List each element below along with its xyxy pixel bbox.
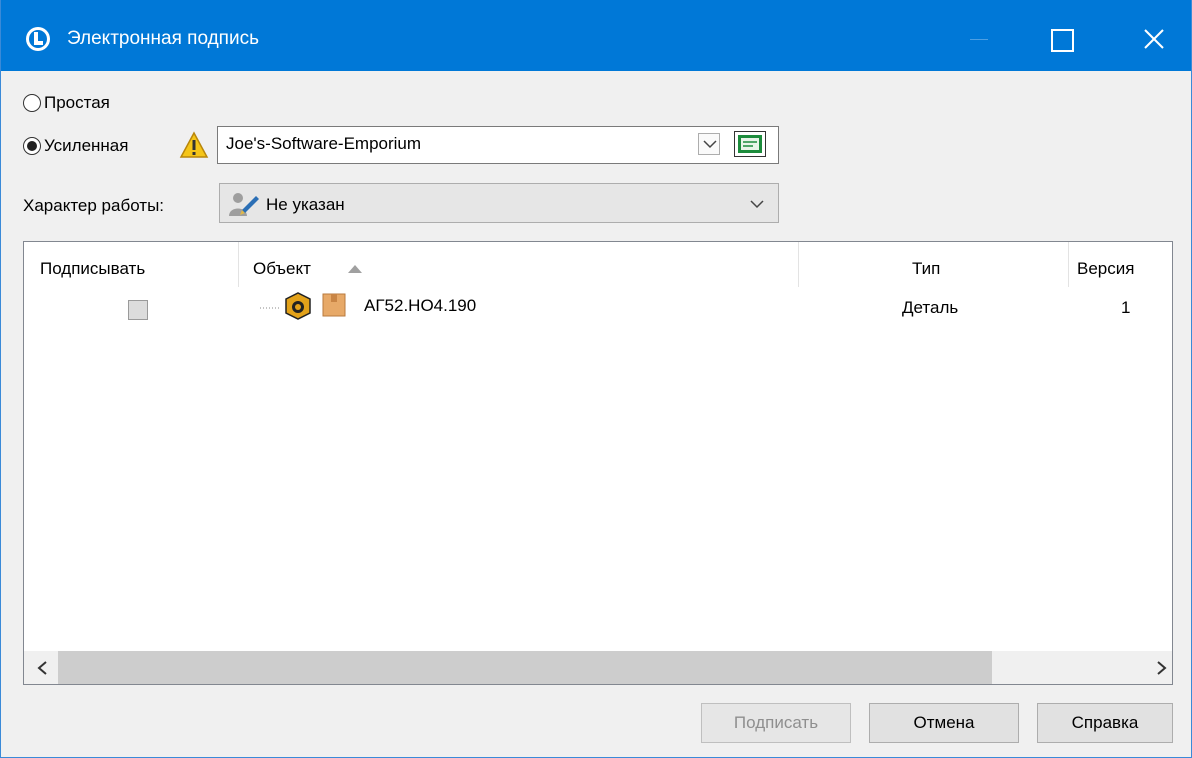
work-type-label: Характер работы: <box>23 196 165 215</box>
work-person-icon <box>229 193 259 216</box>
certificate-value: Joe's-Software-Emporium <box>226 134 422 153</box>
close-button[interactable] <box>1131 18 1177 58</box>
close-icon <box>1144 29 1164 49</box>
radio-enhanced[interactable] <box>23 137 41 155</box>
column-header-sign[interactable]: Подписывать <box>24 242 239 287</box>
table-row[interactable]: АГ52.НО4.190 Деталь 1 <box>24 287 1172 327</box>
chevron-down-icon <box>750 200 764 209</box>
sign-checkbox[interactable] <box>128 300 148 320</box>
column-header-type[interactable]: Тип <box>799 242 1069 287</box>
title-bar[interactable]: Электронная подпись <box>1 0 1191 71</box>
sort-ascending-icon <box>348 265 362 273</box>
warning-icon <box>179 131 209 158</box>
object-type: Деталь <box>902 298 959 317</box>
sign-button[interactable]: Подписать <box>701 703 851 743</box>
scroll-right-icon[interactable] <box>1152 659 1170 677</box>
column-header-object[interactable]: Объект <box>239 242 799 287</box>
radio-enhanced-label[interactable]: Усиленная <box>44 136 128 156</box>
work-type-value: Не указан <box>266 195 345 214</box>
certificate-dropdown-button[interactable] <box>698 133 720 155</box>
certificate-view-button[interactable] <box>734 131 766 157</box>
radio-simple-label[interactable]: Простая <box>44 93 110 113</box>
objects-table[interactable]: Подписывать Объект Тип Версия АГ52.НО4.1… <box>23 241 1173 685</box>
maximize-button[interactable] <box>1041 18 1087 58</box>
object-version: 1 <box>1121 298 1131 317</box>
certificate-icon <box>738 135 762 153</box>
cancel-button[interactable]: Отмена <box>869 703 1019 743</box>
package-icon <box>322 293 346 317</box>
minimize-button[interactable] <box>956 18 1002 58</box>
horizontal-scrollbar[interactable] <box>24 651 1172 684</box>
scrollbar-thumb[interactable] <box>58 651 992 684</box>
scroll-left-icon[interactable] <box>34 659 52 677</box>
chevron-down-icon <box>703 140 717 149</box>
certificate-select[interactable]: Joe's-Software-Emporium <box>217 126 779 164</box>
dialog-window: Электронная подпись Простая Усиленная Jo… <box>0 0 1192 758</box>
tree-connector <box>260 307 280 309</box>
part-icon <box>285 292 311 320</box>
app-logo-icon <box>26 27 50 51</box>
object-name: АГ52.НО4.190 <box>364 296 477 315</box>
column-header-version[interactable]: Версия <box>1069 242 1172 287</box>
help-button[interactable]: Справка <box>1037 703 1173 743</box>
radio-simple[interactable] <box>23 94 41 112</box>
window-title: Электронная подпись <box>67 28 259 49</box>
work-type-select[interactable]: Не указан <box>219 183 779 223</box>
